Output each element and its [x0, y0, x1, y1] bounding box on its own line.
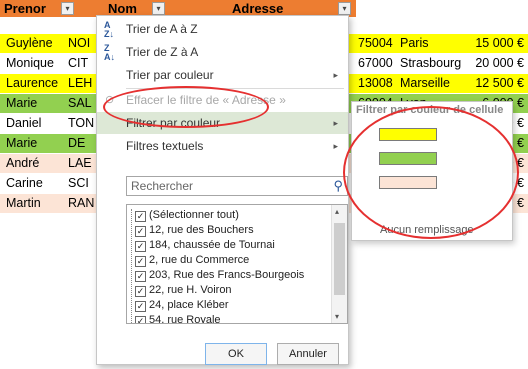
value-list: ✓ (Sélectionner tout) ✓ 12, rue des Boucher…: [126, 204, 348, 324]
list-item-label: 24, place Kléber: [149, 299, 229, 311]
cell-montant: 12 500 €: [454, 74, 528, 93]
list-item-label: 54, rue Royale: [149, 314, 221, 324]
checkbox-checked-icon[interactable]: ✓: [135, 241, 146, 252]
highlight-circle-submenu: [343, 106, 519, 239]
tree-line: [131, 209, 133, 323]
list-item-label: 184, chaussée de Tournai: [149, 239, 275, 251]
checkbox-checked-icon[interactable]: ✓: [135, 256, 146, 267]
list-item[interactable]: ✓ 184, chaussée de Tournai: [135, 237, 275, 253]
cell-nom: NOI: [62, 34, 96, 53]
header-prenom-label: Prenor: [4, 1, 46, 16]
list-item[interactable]: ✓ 24, place Kléber: [135, 297, 229, 313]
text-filters-label: Filtres textuels: [126, 139, 204, 153]
header-adresse-label: Adresse: [232, 1, 284, 16]
filter-dropdown-prenom[interactable]: ▾: [61, 2, 74, 15]
filter-dropdown-nom[interactable]: ▾: [152, 2, 165, 15]
cell-prenom: Guylène: [0, 34, 62, 53]
sort-az-label: Trier de A à Z: [126, 22, 198, 36]
checkbox-checked-icon[interactable]: ✓: [135, 226, 146, 237]
cell-nom: RAN: [62, 194, 96, 213]
sort-az-item[interactable]: A Z↓ Trier de A à Z: [97, 18, 348, 40]
chevron-right-icon: ▸: [333, 118, 338, 128]
cell-prenom: Monique: [6, 56, 54, 70]
list-item-label: 2, rue du Commerce: [149, 254, 250, 266]
list-item[interactable]: ✓ 203, Rue des Francs-Bourgeois: [135, 267, 304, 283]
ok-button[interactable]: OK: [205, 343, 267, 365]
checkbox-checked-icon[interactable]: ✓: [135, 211, 146, 222]
search-placeholder: Rechercher: [131, 179, 194, 193]
list-item-label: 203, Rue des Francs-Bourgeois: [149, 269, 305, 281]
cell-nom: DE: [62, 134, 96, 153]
list-item-label: 12, rue des Bouchers: [149, 224, 254, 236]
sort-color-item[interactable]: Trier par couleur ▸: [97, 64, 348, 86]
list-item-label: (Sélectionner tout): [149, 209, 239, 221]
highlight-circle-filter-color: [103, 86, 269, 128]
cell-prenom: Laurence: [0, 74, 62, 93]
chevron-right-icon: ▸: [333, 70, 338, 80]
cell-nom: LEH: [62, 74, 96, 93]
text-filters-item[interactable]: Filtres textuels ▸: [97, 135, 348, 157]
header-nom-label: Nom: [108, 1, 137, 16]
cell-nom: CIT: [68, 56, 89, 70]
checkbox-checked-icon[interactable]: ✓: [135, 286, 146, 297]
cell-prenom: Marie: [0, 134, 62, 153]
filter-menu: A Z↓ Trier de A à Z Z A↓ Trier de Z à A Tr…: [96, 15, 349, 365]
cancel-button[interactable]: Annuler: [277, 343, 339, 365]
cell-prenom: André: [0, 154, 62, 173]
sort-za-icon: Z A↓: [104, 43, 115, 62]
cell-nom: SCI: [68, 176, 89, 190]
cell-prenom: Martin: [0, 194, 62, 213]
sort-za-item[interactable]: Z A↓ Trier de Z à A: [97, 41, 348, 63]
scroll-down-icon[interactable]: ▾: [335, 312, 339, 321]
cell-prenom: Carine: [6, 176, 43, 190]
sort-za-label: Trier de Z à A: [126, 45, 199, 59]
header-prenom: Prenor ▾: [0, 0, 76, 17]
chevron-right-icon: ▸: [333, 141, 338, 151]
sort-az-icon: A Z↓: [104, 20, 114, 39]
search-input[interactable]: Rechercher ⚲: [126, 176, 348, 196]
checkbox-checked-icon[interactable]: ✓: [135, 316, 146, 323]
list-item-label: 22, rue H. Voiron: [149, 284, 232, 296]
cell-nom: LAE: [62, 154, 96, 173]
checkbox-checked-icon[interactable]: ✓: [135, 271, 146, 282]
scroll-up-icon[interactable]: ▴: [335, 207, 339, 216]
select-all-checkbox[interactable]: ✓ (Sélectionner tout): [135, 207, 239, 223]
list-item[interactable]: ✓ 22, rue H. Voiron: [135, 282, 232, 298]
search-icon: ⚲: [333, 178, 343, 193]
cell-prenom: Daniel: [6, 116, 42, 130]
checkbox-checked-icon[interactable]: ✓: [135, 301, 146, 312]
cell-nom: TON: [68, 116, 95, 130]
cell-montant: 15 000 €: [454, 34, 528, 53]
cell-nom: SAL: [62, 94, 96, 113]
list-item[interactable]: ✓ 54, rue Royale: [135, 312, 221, 324]
list-item[interactable]: ✓ 12, rue des Bouchers: [135, 222, 254, 238]
scrollbar-thumb[interactable]: [334, 223, 345, 295]
sort-color-label: Trier par couleur: [126, 68, 214, 82]
list-item[interactable]: ✓ 2, rue du Commerce: [135, 252, 249, 268]
cell-montant: 20 000 €: [475, 56, 524, 70]
filter-dropdown-adresse[interactable]: ▾: [338, 2, 351, 15]
list-scrollbar[interactable]: ▴ ▾: [331, 205, 347, 323]
cell-prenom: Marie: [0, 94, 62, 113]
